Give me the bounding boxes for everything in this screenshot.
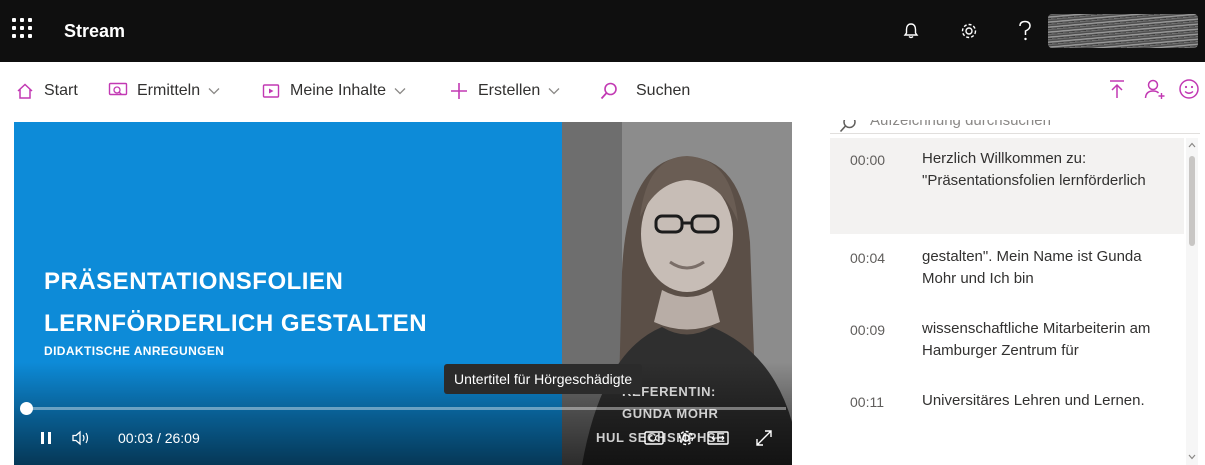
- entry-time: 00:04: [850, 250, 886, 266]
- user-account-area[interactable]: [1048, 14, 1198, 48]
- nav-suchen[interactable]: Suchen: [598, 80, 690, 102]
- captions-tooltip: Untertitel für Hörgeschädigte: [444, 364, 643, 394]
- chevron-down-icon: [394, 87, 406, 95]
- nav-suchen-label: Suchen: [636, 82, 691, 99]
- progress-handle[interactable]: [20, 402, 33, 415]
- transcript-entry[interactable]: 00:11 Universitäres Lehren und Lernen.: [830, 386, 1184, 456]
- entry-text: Herzlich Willkommen zu: "Präsentationsfo…: [922, 150, 1146, 189]
- time-display: 00:03 / 26:09: [118, 430, 200, 446]
- entry-time: 00:00: [850, 152, 886, 168]
- video-player[interactable]: PRÄSENTATIONSFOLIEN LERNFÖRDERLICH GESTA…: [14, 122, 792, 465]
- transcript-panel: Aufzeichnung durchsuchen 00:00 Herzlich …: [830, 120, 1200, 465]
- nav-start-label: Start: [44, 82, 78, 99]
- transcript-search-placeholder: Aufzeichnung durchsuchen: [870, 120, 1051, 129]
- bell-icon[interactable]: [898, 18, 924, 44]
- entry-text: Universitäres Lehren und Lernen.: [922, 392, 1145, 409]
- progress-bar[interactable]: [20, 402, 786, 415]
- transcript-entry[interactable]: 00:04 gestalten". Mein Name ist Gunda Mo…: [830, 242, 1184, 312]
- time-separator: /: [156, 430, 161, 446]
- transcript-entry[interactable]: 00:09 wissenschaftliche Mitarbeiterin am…: [830, 314, 1184, 384]
- settings-icon[interactable]: [674, 426, 698, 450]
- entry-time: 00:09: [850, 322, 886, 338]
- discover-icon: [107, 80, 129, 102]
- nav-erstellen[interactable]: Erstellen: [448, 80, 560, 102]
- scroll-up-icon[interactable]: [1188, 142, 1196, 148]
- slide-title-line1: PRÄSENTATIONSFOLIEN: [44, 268, 344, 295]
- top-bar: Stream: [0, 0, 1205, 62]
- search-icon: [598, 80, 620, 102]
- entry-time: 00:11: [850, 394, 884, 410]
- nav-meine-inhalte-label: Meine Inhalte: [290, 82, 387, 99]
- nav-erstellen-label: Erstellen: [478, 82, 541, 99]
- transcript-scrollbar[interactable]: [1186, 138, 1198, 465]
- chevron-down-icon: [548, 87, 560, 95]
- scroll-down-icon[interactable]: [1188, 454, 1196, 460]
- transcript-entry[interactable]: 00:00 Herzlich Willkommen zu: "Präsentat…: [830, 138, 1184, 234]
- entry-text: wissenschaftliche Mitarbeiterin am Hambu…: [922, 320, 1151, 359]
- app-title[interactable]: Stream: [64, 21, 125, 42]
- fullscreen-icon[interactable]: [752, 426, 776, 450]
- volume-icon[interactable]: [70, 426, 94, 450]
- smiley-icon[interactable]: [1176, 76, 1202, 102]
- scrollbar-thumb[interactable]: [1189, 156, 1195, 246]
- pause-icon[interactable]: [34, 426, 58, 450]
- nav-bar: Start Ermitteln Meine Inhalte Erstellen: [0, 62, 1205, 120]
- captions-icon[interactable]: [642, 426, 666, 450]
- plus-icon: [448, 80, 470, 102]
- nav-meine-inhalte[interactable]: Meine Inhalte: [260, 80, 406, 102]
- upload-icon[interactable]: [1104, 76, 1130, 102]
- home-icon: [14, 80, 36, 102]
- search-icon: [838, 120, 858, 133]
- transcript-list: 00:00 Herzlich Willkommen zu: "Präsentat…: [830, 138, 1184, 465]
- nav-ermitteln[interactable]: Ermitteln: [107, 80, 220, 102]
- my-content-icon: [260, 80, 282, 102]
- transcript-search[interactable]: Aufzeichnung durchsuchen: [830, 120, 1200, 134]
- entry-text: gestalten". Mein Name ist Gunda Mohr und…: [922, 248, 1142, 287]
- help-icon[interactable]: [1012, 18, 1038, 44]
- slide-title-line2: LERNFÖRDERLICH GESTALTEN: [44, 310, 428, 337]
- waffle-icon[interactable]: [12, 18, 32, 38]
- slide-subtitle: DIDAKTISCHE ANREGUNGEN: [44, 344, 225, 358]
- nav-start[interactable]: Start: [14, 80, 78, 102]
- theater-icon[interactable]: [706, 426, 730, 450]
- gear-icon[interactable]: [956, 18, 982, 44]
- total-time: 26:09: [164, 430, 200, 446]
- current-time: 00:03: [118, 430, 154, 446]
- add-person-icon[interactable]: [1142, 76, 1168, 102]
- nav-ermitteln-label: Ermitteln: [137, 82, 201, 99]
- chevron-down-icon: [208, 87, 220, 95]
